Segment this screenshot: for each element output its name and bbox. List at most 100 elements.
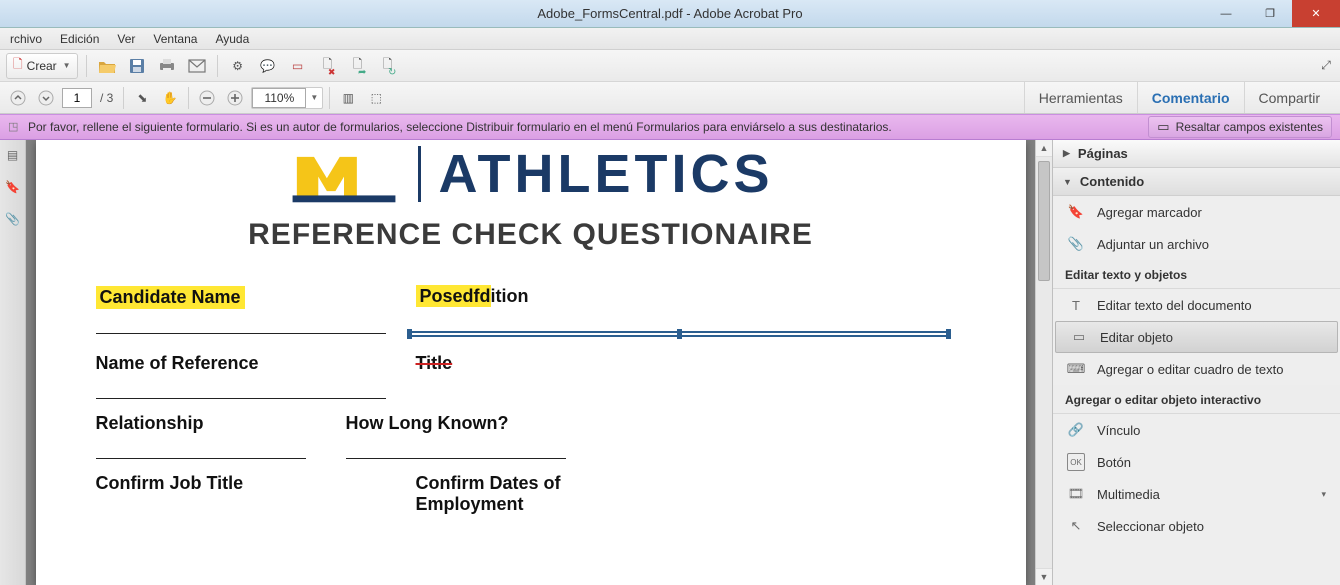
attachments-icon[interactable]: 📎 [4,210,22,228]
field-confirm-job-title[interactable]: Confirm Job Title [96,473,244,494]
field-how-long-known[interactable]: How Long Known? [346,413,509,434]
fit-width-icon[interactable]: ⬚ [364,86,388,110]
cursor-icon: ↖ [1067,517,1085,535]
scroll-down-icon[interactable]: ▼ [1036,568,1052,585]
expand-toolbar-icon[interactable]: ⤢ [1316,56,1336,76]
notice-text: Por favor, rellene el siguiente formular… [28,120,892,134]
multimedia-icon: 🎞 [1067,485,1085,503]
crear-button[interactable]: 🗋 Crear ▼ [6,53,78,79]
delete-page-icon[interactable]: 🗋✖ [316,54,340,78]
highlight-fields-label: Resaltar campos existentes [1176,120,1323,134]
chevron-down-icon: ▾ [1321,489,1326,500]
comment-bubble-icon[interactable]: 💬 [256,54,280,78]
page-total-label: / 3 [96,91,117,105]
zoom-dropdown[interactable]: 110% ▼ [251,87,323,109]
underline [96,333,386,334]
triangle-right-icon: ▶ [1063,148,1070,159]
print-icon[interactable] [155,54,179,78]
link-icon: 🔗 [1067,421,1085,439]
menu-ver[interactable]: Ver [109,30,143,48]
athletics-wordmark: ATHLETICS [439,147,774,201]
tab-herramientas[interactable]: Herramientas [1024,82,1137,113]
window-minimize-button[interactable]: — [1204,0,1248,27]
form-notice-bar: ◳ Por favor, rellene el siguiente formul… [0,114,1340,140]
scroll-up-icon[interactable]: ▲ [1036,140,1052,157]
chevron-down-icon: ▼ [306,93,322,102]
document-title: REFERENCE CHECK QUESTIONAIRE [96,218,966,252]
window-restore-button[interactable]: ❐ [1248,0,1292,27]
underline [346,458,566,459]
item-editar-objeto[interactable]: ▭ Editar objeto [1055,321,1338,353]
page-up-icon[interactable] [6,86,30,110]
textbox-icon: ⌨ [1067,360,1085,378]
menu-edicion[interactable]: Edición [52,30,107,48]
field-candidate-name[interactable]: Candidate Name [96,286,245,309]
page-number-input[interactable] [62,88,92,108]
menu-ventana[interactable]: Ventana [145,30,205,48]
item-agregar-marcador[interactable]: 🔖 Agregar marcador [1053,196,1340,228]
text-edit-icon: T [1067,296,1085,314]
item-vinculo[interactable]: 🔗 Vínculo [1053,414,1340,446]
window-title: Adobe_FormsCentral.pdf - Adobe Acrobat P… [537,6,802,21]
field-confirm-dates-1[interactable]: Confirm Dates of [416,473,561,494]
field-relationship[interactable]: Relationship [96,413,204,434]
export-page-icon[interactable]: 🗋➦ [346,54,370,78]
item-adjuntar-archivo[interactable]: 📎 Adjuntar un archivo [1053,228,1340,260]
info-icon[interactable]: ◳ [8,120,22,134]
item-agregar-cuadro-texto[interactable]: ⌨ Agregar o editar cuadro de texto [1053,353,1340,385]
m-logo-icon [288,144,400,204]
object-edit-icon: ▭ [1070,328,1088,346]
logo-divider [418,146,421,202]
scroll-thumb[interactable] [1038,161,1050,281]
rotate-page-icon[interactable]: 🗋↻ [376,54,400,78]
highlight-icon: ▭ [1157,119,1169,135]
item-boton[interactable]: OK Botón [1053,446,1340,478]
tab-comentario[interactable]: Comentario [1137,82,1244,113]
tab-compartir[interactable]: Compartir [1244,82,1334,113]
thumbnails-icon[interactable]: ▤ [4,146,22,164]
open-icon[interactable] [95,54,119,78]
field-title[interactable]: Title [416,353,453,374]
stamp-icon[interactable]: ▭ [286,54,310,78]
field-confirm-dates-2[interactable]: Employment [416,494,524,515]
subheader-objeto-interactivo: Agregar o editar objeto interactivo [1053,385,1340,414]
vertical-scrollbar[interactable]: ▲ ▼ [1035,140,1052,585]
bookmarks-icon[interactable]: 🔖 [4,178,22,196]
item-multimedia[interactable]: 🎞 Multimedia ▾ [1053,478,1340,510]
field-position[interactable]: Posedfdition [416,286,529,307]
main-toolbar: 🗋 Crear ▼ ⚙ 💬 ▭ 🗋✖ 🗋➦ 🗋↻ ⤢ [0,50,1340,82]
right-panel: ▶Páginas ▼Contenido 🔖 Agregar marcador 📎… [1052,140,1340,585]
menu-bar: rchivo Edición Ver Ventana Ayuda [0,28,1340,50]
crear-label: Crear [27,59,57,73]
item-seleccionar-objeto[interactable]: ↖ Seleccionar objeto [1053,510,1340,542]
gear-icon[interactable]: ⚙ [226,54,250,78]
window-close-button[interactable]: ✕ [1292,0,1340,27]
underline [96,398,386,399]
pdf-icon: 🗋 [13,55,23,76]
highlight-fields-button[interactable]: ▭ Resaltar campos existentes [1148,116,1332,138]
page-down-icon[interactable] [34,86,58,110]
field-name-of-reference[interactable]: Name of Reference [96,353,259,374]
mail-icon[interactable] [185,54,209,78]
zoom-out-icon[interactable] [195,86,219,110]
button-icon: OK [1067,453,1085,471]
select-tool-icon[interactable]: ⬊ [130,86,154,110]
hand-tool-icon[interactable]: ✋ [158,86,182,110]
subheader-editar-texto-objetos: Editar texto y objetos [1053,260,1340,289]
left-dock: ▤ 🔖 📎 [0,140,26,585]
document-viewport[interactable]: ATHLETICS REFERENCE CHECK QUESTIONAIRE C… [26,140,1035,585]
pdf-page: ATHLETICS REFERENCE CHECK QUESTIONAIRE C… [36,140,1026,585]
section-paginas[interactable]: ▶Páginas [1053,140,1340,168]
save-icon[interactable] [125,54,149,78]
item-editar-texto-documento[interactable]: T Editar texto del documento [1053,289,1340,321]
underline [96,458,306,459]
menu-ayuda[interactable]: Ayuda [207,30,257,48]
zoom-in-icon[interactable] [223,86,247,110]
section-contenido[interactable]: ▼Contenido [1053,168,1340,196]
paperclip-icon: 📎 [1067,235,1085,253]
menu-archivo[interactable]: rchivo [2,30,50,48]
nav-toolbar: / 3 ⬊ ✋ 110% ▼ ▥ ⬚ Herramientas Comentar… [0,82,1340,114]
bookmark-icon: 🔖 [1067,203,1085,221]
triangle-down-icon: ▼ [1063,177,1072,187]
fit-page-icon[interactable]: ▥ [336,86,360,110]
